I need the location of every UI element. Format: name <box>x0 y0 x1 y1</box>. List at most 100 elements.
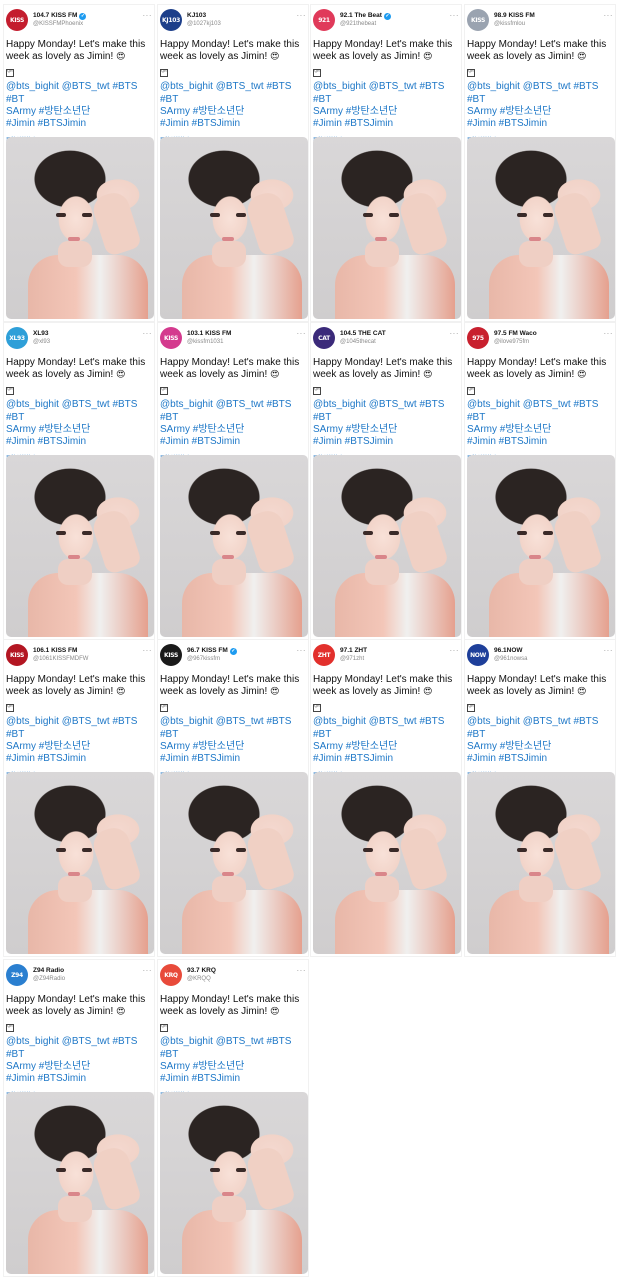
tweet-photo[interactable] <box>313 455 461 637</box>
account-name[interactable]: XL93 <box>33 330 49 337</box>
more-icon[interactable]: ··· <box>297 646 307 655</box>
account-name[interactable]: 103.1 KISS FM <box>187 330 231 337</box>
more-icon[interactable]: ··· <box>450 329 460 338</box>
tweet-photo[interactable] <box>313 772 461 954</box>
avatar[interactable]: KJ103 <box>160 9 182 31</box>
avatar[interactable]: CAT <box>313 327 335 349</box>
tweet-card[interactable]: KISS 104.7 KISS FM ✓ @KISSFMPhoenix ··· H… <box>3 4 155 322</box>
hashtags[interactable]: @bts_bighit @BTS_twt #BTS #BT SArmy #방탄소… <box>467 81 617 130</box>
hashtags[interactable]: @bts_bighit @BTS_twt #BTS #BT SArmy #방탄소… <box>160 716 310 765</box>
tweet-card[interactable]: Z94 Z94 Radio @Z94Radio ··· Happy Monday… <box>3 959 155 1277</box>
tweet-photo[interactable] <box>467 137 615 319</box>
more-icon[interactable]: ··· <box>143 329 153 338</box>
account-name[interactable]: 96.1NOW <box>494 647 523 654</box>
more-icon[interactable]: ··· <box>143 11 153 20</box>
tweet-card[interactable]: 975 97.5 FM Waco @ilove975fm ··· Happy M… <box>464 322 616 640</box>
tweet-card[interactable]: CAT 104.5 THE CAT @1045thecat ··· Happy … <box>310 322 462 640</box>
account-name[interactable]: 96.7 KISS FM ✓ <box>187 647 237 655</box>
tweet-card[interactable]: KISS 106.1 KISS FM @1061KISSFMDFW ··· Ha… <box>3 639 155 957</box>
tweet-photo[interactable] <box>160 772 308 954</box>
account-name[interactable]: 104.5 THE CAT <box>340 330 386 337</box>
hashtags[interactable]: @bts_bighit @BTS_twt #BTS #BT SArmy #방탄소… <box>6 1036 156 1085</box>
hashtags[interactable]: @bts_bighit @BTS_twt #BTS #BT SArmy #방탄소… <box>313 716 463 765</box>
tweet-photo[interactable] <box>467 772 615 954</box>
avatar[interactable]: 975 <box>467 327 489 349</box>
account-name[interactable]: 98.9 KISS FM <box>494 12 535 19</box>
account-handle[interactable]: @Z94Radio <box>33 976 65 982</box>
tweet-photo[interactable] <box>6 1092 154 1274</box>
hashtags[interactable]: @bts_bighit @BTS_twt #BTS #BT SArmy #방탄소… <box>313 399 463 448</box>
hashtags[interactable]: @bts_bighit @BTS_twt #BTS #BT SArmy #방탄소… <box>6 81 156 130</box>
tweet-photo[interactable] <box>160 1092 308 1274</box>
more-icon[interactable]: ··· <box>604 329 614 338</box>
hashtags[interactable]: @bts_bighit @BTS_twt #BTS #BT SArmy #방탄소… <box>160 1036 310 1085</box>
account-name[interactable]: 104.7 KISS FM ✓ <box>33 12 87 20</box>
photo-mouth <box>68 555 80 559</box>
avatar[interactable]: KRQ <box>160 964 182 986</box>
tweet-header: Z94 Z94 Radio @Z94Radio ··· <box>4 960 156 990</box>
more-icon[interactable]: ··· <box>297 329 307 338</box>
avatar[interactable]: Z94 <box>6 964 28 986</box>
more-icon[interactable]: ··· <box>450 646 460 655</box>
avatar[interactable]: KISS <box>160 327 182 349</box>
tweet-card[interactable]: 921 92.1 The Beat ✓ @921thebeat ··· Happy… <box>310 4 462 322</box>
hashtags[interactable]: @bts_bighit @BTS_twt #BTS #BT SArmy #방탄소… <box>6 399 156 448</box>
account-name[interactable]: KJ103 <box>187 12 206 19</box>
account-name[interactable]: Z94 Radio <box>33 967 64 974</box>
tweet-photo[interactable] <box>6 137 154 319</box>
hashtags[interactable]: @bts_bighit @BTS_twt #BTS #BT SArmy #방탄소… <box>467 399 617 448</box>
hashtags[interactable]: @bts_bighit @BTS_twt #BTS #BT SArmy #방탄소… <box>467 716 617 765</box>
tweet-card[interactable]: KISS 103.1 KISS FM @kissfm1031 ··· Happy… <box>157 322 309 640</box>
more-icon[interactable]: ··· <box>450 11 460 20</box>
avatar[interactable]: ZHT <box>313 644 335 666</box>
account-handle[interactable]: @kissfmlou <box>494 21 525 27</box>
tweet-photo[interactable] <box>313 137 461 319</box>
hashtags[interactable]: @bts_bighit @BTS_twt #BTS #BT SArmy #방탄소… <box>160 399 310 448</box>
avatar[interactable]: 921 <box>313 9 335 31</box>
tweet-photo[interactable] <box>6 772 154 954</box>
more-icon[interactable]: ··· <box>297 966 307 975</box>
account-name[interactable]: 97.5 FM Waco <box>494 330 537 337</box>
tweet-photo[interactable] <box>6 455 154 637</box>
account-handle[interactable]: @xl93 <box>33 339 50 345</box>
avatar[interactable]: KISS <box>467 9 489 31</box>
account-handle[interactable]: @961nowsa <box>494 656 527 662</box>
tweet-photo[interactable] <box>160 455 308 637</box>
account-handle[interactable]: @921thebeat <box>340 21 376 27</box>
more-icon[interactable]: ··· <box>604 646 614 655</box>
account-handle[interactable]: @KRQQ <box>187 976 211 982</box>
account-handle[interactable]: @967kissfm <box>187 656 220 662</box>
account-handle[interactable]: @KISSFMPhoenix <box>33 21 83 27</box>
more-icon[interactable]: ··· <box>604 11 614 20</box>
account-handle[interactable]: @1061KISSFMDFW <box>33 656 88 662</box>
avatar[interactable]: KISS <box>160 644 182 666</box>
avatar[interactable]: NOW <box>467 644 489 666</box>
tweet-card[interactable]: ZHT 97.1 ZHT @971zht ··· Happy Monday! L… <box>310 639 462 957</box>
tweet-card[interactable]: KISS 96.7 KISS FM ✓ @967kissfm ··· Happy … <box>157 639 309 957</box>
more-icon[interactable]: ··· <box>143 646 153 655</box>
avatar[interactable]: KISS <box>6 644 28 666</box>
more-icon[interactable]: ··· <box>297 11 307 20</box>
tweet-card[interactable]: XL93 XL93 @xl93 ··· Happy Monday! Let's … <box>3 322 155 640</box>
hashtags[interactable]: @bts_bighit @BTS_twt #BTS #BT SArmy #방탄소… <box>6 716 156 765</box>
avatar[interactable]: KISS <box>6 9 28 31</box>
tweet-card[interactable]: KISS 98.9 KISS FM @kissfmlou ··· Happy M… <box>464 4 616 322</box>
account-handle[interactable]: @971zht <box>340 656 364 662</box>
more-icon[interactable]: ··· <box>143 966 153 975</box>
tweet-card[interactable]: KJ103 KJ103 @1027kj103 ··· Happy Monday!… <box>157 4 309 322</box>
account-handle[interactable]: @kissfm1031 <box>187 339 223 345</box>
account-name[interactable]: 93.7 KRQ <box>187 967 216 974</box>
tweet-card[interactable]: NOW 96.1NOW @961nowsa ··· Happy Monday! … <box>464 639 616 957</box>
tweet-photo[interactable] <box>467 455 615 637</box>
avatar[interactable]: XL93 <box>6 327 28 349</box>
hashtags[interactable]: @bts_bighit @BTS_twt #BTS #BT SArmy #방탄소… <box>160 81 310 130</box>
account-handle[interactable]: @1027kj103 <box>187 21 221 27</box>
account-name[interactable]: 97.1 ZHT <box>340 647 367 654</box>
hashtags[interactable]: @bts_bighit @BTS_twt #BTS #BT SArmy #방탄소… <box>313 81 463 130</box>
account-handle[interactable]: @ilove975fm <box>494 339 529 345</box>
account-handle[interactable]: @1045thecat <box>340 339 376 345</box>
account-name[interactable]: 92.1 The Beat ✓ <box>340 12 391 20</box>
account-name[interactable]: 106.1 KISS FM <box>33 647 77 654</box>
tweet-card[interactable]: KRQ 93.7 KRQ @KRQQ ··· Happy Monday! Let… <box>157 959 309 1277</box>
tweet-photo[interactable] <box>160 137 308 319</box>
